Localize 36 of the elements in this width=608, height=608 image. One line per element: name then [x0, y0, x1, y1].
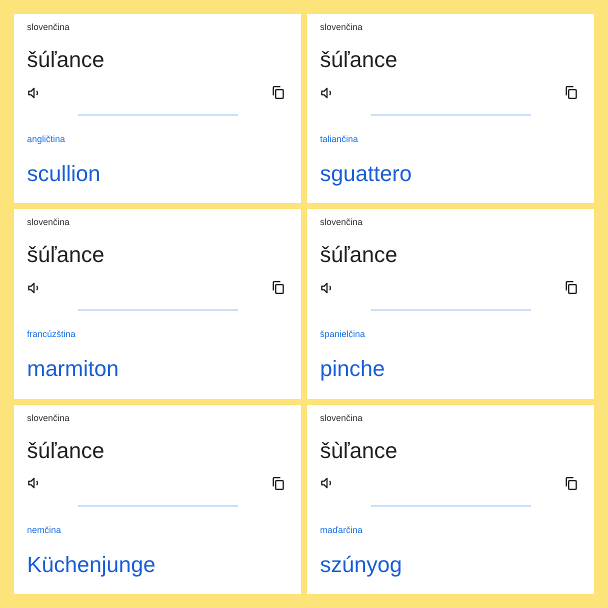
target-language: angličtina — [27, 134, 66, 144]
speaker-icon[interactable] — [320, 476, 334, 490]
copy-icon[interactable] — [564, 280, 578, 296]
copy-icon[interactable] — [271, 85, 285, 100]
translated-text: scullion — [27, 161, 100, 187]
source-text: šúľance — [27, 242, 104, 268]
copy-icon[interactable] — [564, 85, 578, 100]
translated-text: sguattero — [320, 161, 412, 187]
translated-text: pinche — [320, 356, 385, 382]
translated-text: Küchenjunge — [27, 552, 156, 578]
source-text: šúľance — [27, 438, 104, 464]
source-language: slovenčina — [27, 412, 70, 423]
source-language: slovenčina — [320, 22, 363, 32]
source-language: slovenčina — [27, 217, 70, 228]
translated-text: szúnyog — [320, 552, 402, 578]
source-text: šùľance — [320, 438, 398, 464]
source-language: slovenčina — [320, 217, 363, 228]
target-language: nemčina — [27, 524, 62, 535]
source-text: šúľance — [320, 242, 398, 268]
translated-text: marmiton — [27, 356, 119, 382]
speaker-icon[interactable] — [27, 86, 41, 100]
source-text: šúľance — [27, 47, 104, 73]
target-language: španielčina — [320, 329, 366, 340]
copy-icon[interactable] — [271, 280, 285, 296]
source-text: šúľance — [320, 47, 398, 73]
target-language: taliančina — [320, 134, 358, 144]
speaker-icon[interactable] — [27, 476, 41, 490]
speaker-icon[interactable] — [320, 86, 334, 100]
target-language: francúzština — [27, 329, 76, 340]
source-language: slovenčina — [27, 22, 70, 32]
speaker-icon[interactable] — [320, 280, 334, 295]
speaker-icon[interactable] — [27, 280, 41, 295]
source-language: slovenčina — [320, 412, 363, 423]
target-language: maďarčina — [320, 524, 363, 535]
copy-icon[interactable] — [271, 476, 285, 491]
copy-icon[interactable] — [564, 476, 578, 491]
